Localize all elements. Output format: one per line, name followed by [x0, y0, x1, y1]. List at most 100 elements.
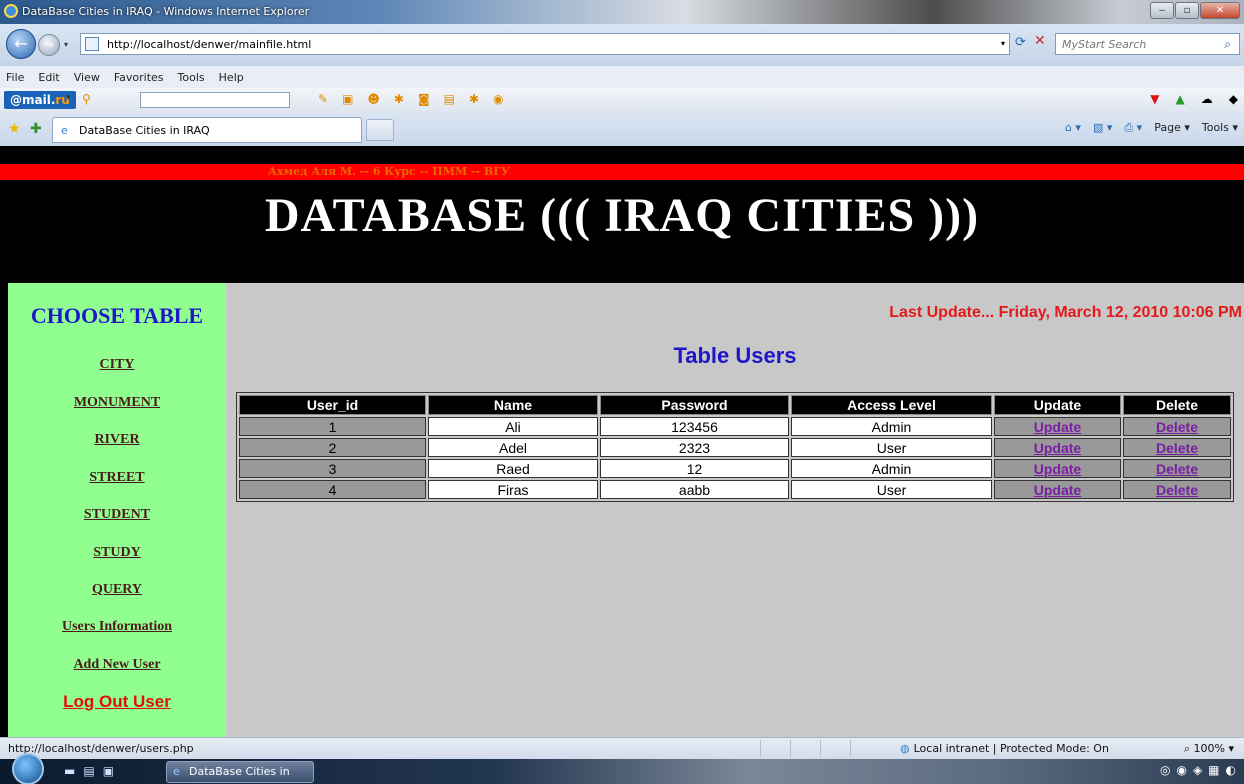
sidebar-link-users-information[interactable]: Users Information [8, 619, 226, 635]
search-input[interactable]: MyStart Search ⌕ [1055, 33, 1240, 55]
start-button[interactable] [12, 753, 44, 784]
mailru-dropdown-icon[interactable]: ▾ [66, 93, 71, 103]
pencil-icon[interactable]: ✎ [318, 92, 328, 106]
header-name: Name [428, 395, 598, 415]
sidebar-link-add-new-user[interactable]: Add New User [8, 657, 226, 673]
new-tab-button[interactable] [366, 119, 394, 141]
games-icon[interactable]: ◉ [493, 92, 503, 106]
cell-update: Update [994, 480, 1121, 499]
back-button[interactable]: ← [6, 29, 36, 59]
link-icon[interactable]: ✱ [394, 92, 404, 106]
add-favorites-icon[interactable]: ✚ [30, 121, 42, 137]
people-icon[interactable]: ☻ [367, 92, 380, 106]
sidebar-link-study[interactable]: STUDY [8, 545, 226, 561]
last-update-text: Last Update... Friday, March 12, 2010 10… [889, 304, 1242, 321]
photo-icon[interactable]: ◙ [418, 92, 430, 106]
cell-name: Raed [428, 459, 598, 478]
forward-button[interactable]: → [38, 34, 60, 56]
tray-icon[interactable]: ◉ [1176, 763, 1186, 777]
tray-icon[interactable]: ◎ [1160, 763, 1170, 777]
security-zone[interactable]: ◍ Local intranet | Protected Mode: On [900, 742, 1109, 755]
search-icon[interactable]: ⌕ [1224, 37, 1231, 52]
print-icon[interactable]: ⎙ ▾ [1124, 121, 1142, 135]
status-divider [760, 740, 761, 757]
update-link[interactable]: Update [1034, 461, 1081, 477]
maximize-button[interactable]: ▫ [1175, 2, 1199, 19]
network-icon[interactable]: ▦ [1208, 763, 1219, 777]
media-icon[interactable]: ▣ [103, 764, 114, 778]
menu-help[interactable]: Help [219, 71, 244, 84]
minimize-button[interactable]: ‒ [1150, 2, 1174, 19]
cell-delete: Delete [1123, 417, 1231, 436]
delete-link[interactable]: Delete [1156, 440, 1198, 456]
favorites-star-icon[interactable]: ★ [8, 121, 21, 137]
volume-icon[interactable]: ◐ [1226, 763, 1236, 777]
update-link[interactable]: Update [1034, 440, 1081, 456]
mailru-search-icon[interactable]: ⚲ [82, 92, 91, 106]
update-link[interactable]: Update [1034, 482, 1081, 498]
sidebar-link-city[interactable]: CITY [8, 357, 226, 373]
address-url[interactable]: http://localhost/denwer/mainfile.html [107, 38, 311, 51]
mailru-search-field[interactable] [140, 92, 290, 108]
cell-password: 123456 [600, 417, 789, 436]
delete-link[interactable]: Delete [1156, 482, 1198, 498]
sidebar: CHOOSE TABLE CITY MONUMENT RIVER STREET … [8, 283, 226, 737]
sidebar-link-river[interactable]: RIVER [8, 432, 226, 448]
taskbar-ie-button[interactable]: e DataBase Cities in IR... [166, 761, 314, 783]
page-menu[interactable]: Page ▾ [1154, 121, 1190, 135]
cell-password: 2323 [600, 438, 789, 457]
sidebar-link-street[interactable]: STREET [8, 470, 226, 486]
address-bar[interactable]: http://localhost/denwer/mainfile.html ▾ [80, 33, 1010, 55]
cell-update: Update [994, 459, 1121, 478]
taskbar-ie-label: DataBase Cities in IR... [189, 765, 290, 778]
delete-link[interactable]: Delete [1156, 461, 1198, 477]
sidebar-link-monument[interactable]: MONUMENT [8, 395, 226, 411]
window-titlebar: DataBase Cities in IRAQ - Windows Intern… [0, 0, 1244, 24]
cell-user-id: 4 [239, 480, 426, 499]
menu-view[interactable]: View [74, 71, 100, 84]
cell-delete: Delete [1123, 480, 1231, 499]
search-placeholder: MyStart Search [1062, 38, 1147, 51]
mailru-tools: ✎ ▣ ☻ ✱ ◙ ▤ ✱ ◉ [318, 92, 504, 106]
feeds-icon[interactable]: ▧ ▾ [1093, 121, 1112, 135]
explorer-icon[interactable]: ▤ [83, 764, 94, 778]
update-link[interactable]: Update [1034, 419, 1081, 435]
page-icon[interactable]: ▣ [342, 92, 353, 106]
cell-access-level: Admin [791, 417, 992, 436]
command-bar: ⌂ ▾ ▧ ▾ ⎙ ▾ Page ▾ Tools ▾ [1065, 121, 1238, 135]
map-icon[interactable]: ◆ [1229, 92, 1238, 106]
zoom-level[interactable]: ⌕ 100% ▾ [1184, 742, 1234, 756]
delete-link[interactable]: Delete [1156, 419, 1198, 435]
menu-tools[interactable]: Tools [178, 71, 205, 84]
show-desktop-icon[interactable]: ▬ [64, 764, 75, 778]
cell-user-id: 3 [239, 459, 426, 478]
table-header-row: User_id Name Password Access Level Updat… [239, 395, 1231, 415]
cell-delete: Delete [1123, 459, 1231, 478]
stop-icon[interactable]: ✕ [1034, 33, 1046, 49]
menu-edit[interactable]: Edit [38, 71, 59, 84]
header-delete: Delete [1123, 395, 1231, 415]
status-divider [820, 740, 821, 757]
ie-tab-icon: e [61, 124, 68, 137]
tray-icon[interactable]: ◈ [1193, 763, 1202, 777]
menu-file[interactable]: File [6, 71, 24, 84]
refresh-icon[interactable]: ⟳ [1015, 35, 1026, 50]
video-icon[interactable]: ▤ [444, 92, 455, 106]
address-dropdown-icon[interactable]: ▾ [1001, 39, 1005, 48]
tools-menu[interactable]: Tools ▾ [1202, 121, 1238, 135]
sidebar-link-query[interactable]: QUERY [8, 582, 226, 598]
sidebar-link-student[interactable]: STUDENT [8, 507, 226, 523]
tab-active[interactable]: e DataBase Cities in IRAQ [52, 117, 362, 143]
cell-name: Ali [428, 417, 598, 436]
home-icon[interactable]: ⌂ ▾ [1065, 121, 1081, 135]
cell-update: Update [994, 417, 1121, 436]
recent-pages-dropdown[interactable]: ▾ [64, 40, 68, 49]
logout-link[interactable]: Log Out User [8, 692, 226, 712]
menu-favorites[interactable]: Favorites [114, 71, 164, 84]
cell-update: Update [994, 438, 1121, 457]
answers-icon[interactable]: ✱ [469, 92, 479, 106]
close-button[interactable]: ✕ [1200, 2, 1240, 19]
window-controls: ‒ ▫ ✕ [1150, 2, 1240, 19]
weather-icon[interactable]: ☁ [1201, 92, 1213, 106]
status-divider [790, 740, 791, 757]
